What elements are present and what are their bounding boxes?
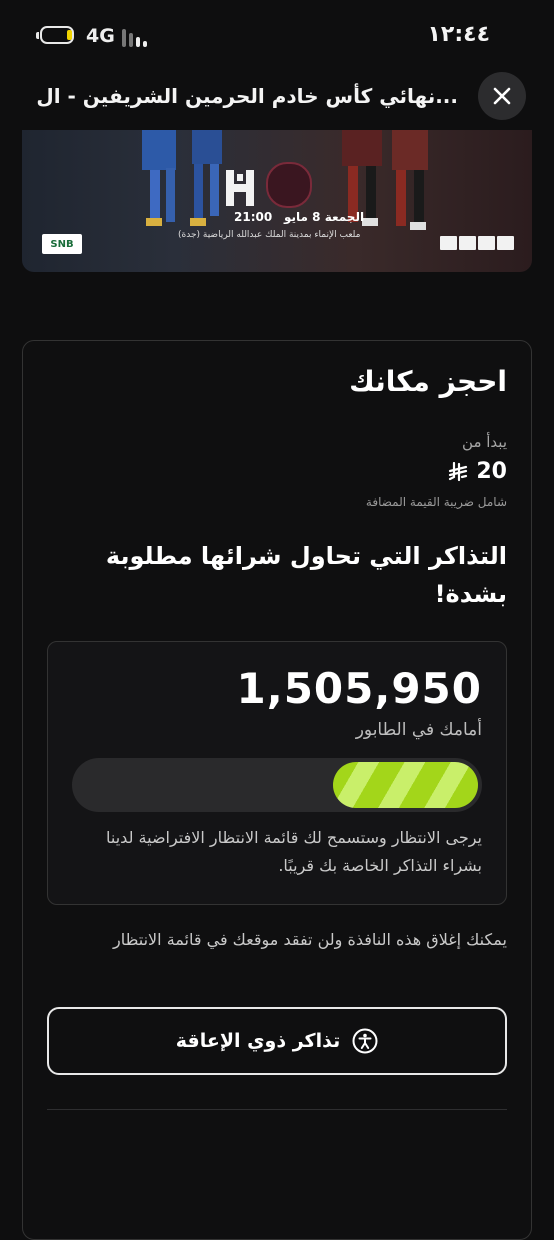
vat-note: شامل ضريبة القيمة المضافة [365, 495, 507, 509]
alkholood-logo [266, 162, 312, 208]
accessibility-tickets-label: تذاكر ذوي الإعاقة [175, 1030, 341, 1052]
page-header: نهائي كأس خادم الحرمين الشريفين - ال... [0, 72, 554, 128]
queue-note: يرجى الانتظار وستسمح لك قائمة الانتظار ا… [106, 828, 482, 875]
starts-from-label: يبدأ من [462, 433, 507, 451]
queue-box: 1,505,950 أمامك في الطابور يرجى الانتظار… [47, 641, 507, 905]
network-type: 4G [86, 25, 115, 47]
sponsor-logos [440, 236, 514, 250]
queue-label: أمامك في الطابور [355, 720, 482, 740]
divider [47, 1109, 507, 1110]
accessibility-icon [352, 1028, 378, 1054]
status-bar: 4G ١٢:٤٤ [0, 0, 554, 72]
alhilal-logo [226, 170, 254, 206]
close-button[interactable] [478, 72, 526, 120]
price-value: 20 [476, 459, 507, 484]
match-time: 21:00 [234, 210, 273, 224]
demand-message: التذاكر التي تحاول شرائها مطلوبة بشدة! [105, 542, 507, 608]
queue-progress-bar [72, 758, 482, 812]
accessibility-tickets-button[interactable]: تذاكر ذوي الإعاقة [47, 1007, 507, 1075]
match-venue: ملعب الإنماء بمدينة الملك عبدالله الرياض… [178, 230, 361, 240]
booking-title: احجز مكانك [349, 365, 507, 398]
clock: ١٢:٤٤ [427, 22, 490, 47]
battery-icon [36, 26, 74, 44]
signal-icon [122, 27, 152, 47]
page-title: نهائي كأس خادم الحرمين الشريفين - ال... [36, 84, 458, 108]
queue-count: 1,505,950 [236, 664, 482, 713]
price: 20 [448, 459, 507, 484]
close-window-note: يمكنك إغلاق هذه النافذة ولن تفقد موقعك ف… [113, 930, 507, 949]
booking-card: احجز مكانك يبدأ من 20 شامل ضريبة القيمة … [22, 340, 532, 1240]
queue-progress-fill [333, 762, 478, 808]
sponsor-logo: SNB [42, 234, 82, 254]
riyal-icon [449, 461, 468, 481]
close-icon [493, 87, 511, 105]
match-date: الجمعة 8 مايو [284, 210, 365, 224]
event-banner: 21:00 الجمعة 8 مايو ملعب الإنماء بمدينة … [22, 130, 532, 272]
